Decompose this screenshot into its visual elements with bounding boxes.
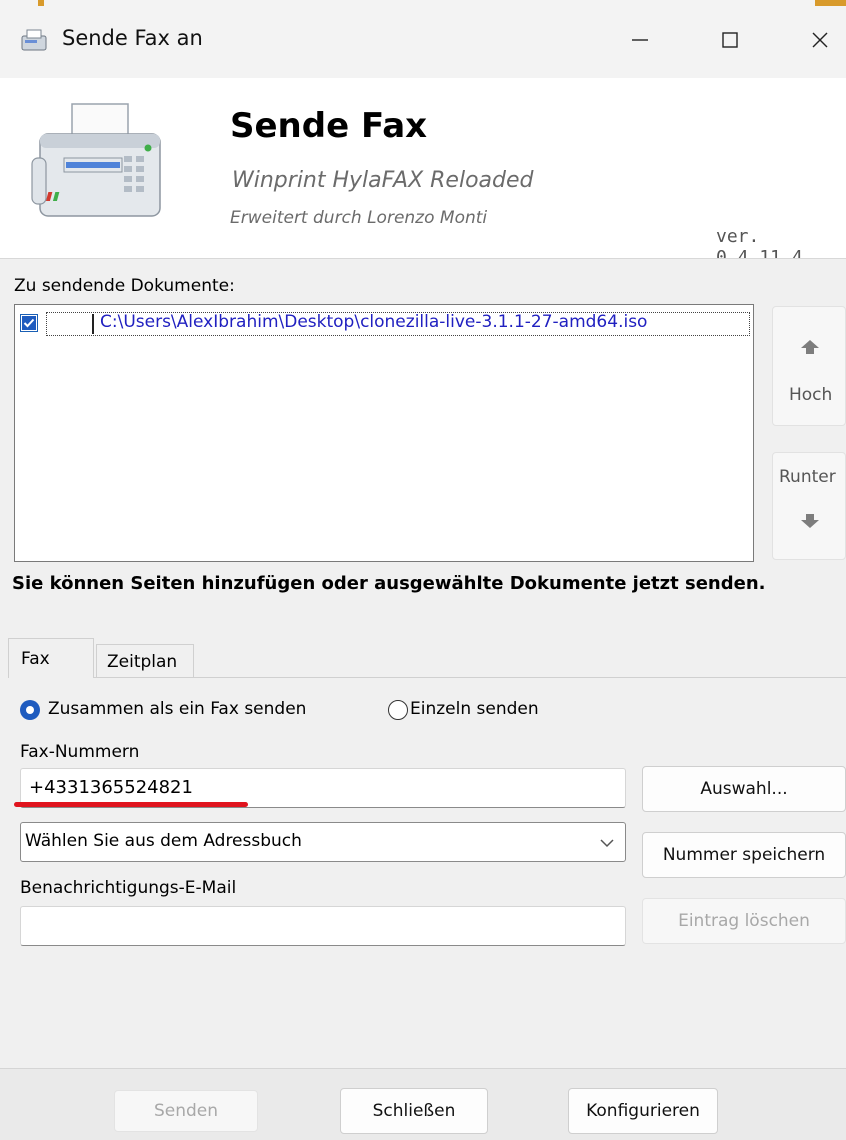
header: Sende Fax Winprint HylaFAX Reloaded Erwe… xyxy=(0,78,846,268)
fax-number-value: +4331365524821 xyxy=(29,777,193,798)
fax-numbers-label: Fax-Nummern xyxy=(20,742,140,762)
info-text: Sie können Seiten hinzufügen oder ausgew… xyxy=(12,573,766,594)
tab-fax[interactable]: Fax xyxy=(8,638,94,678)
documents-list[interactable] xyxy=(14,304,754,562)
move-up-button[interactable]: Hoch xyxy=(772,306,846,426)
minimize-button[interactable] xyxy=(610,18,670,62)
addressbook-select[interactable]: Wählen Sie aus dem Adressbuch xyxy=(20,822,626,862)
close-button[interactable] xyxy=(790,18,846,62)
email-input[interactable] xyxy=(20,906,626,946)
red-underline-annotation xyxy=(14,802,248,807)
window-title: Sende Fax an xyxy=(62,26,203,50)
radio-together[interactable] xyxy=(20,700,40,720)
tab-strip-line xyxy=(8,677,846,678)
tab-zeitplan[interactable]: Zeitplan xyxy=(96,644,194,677)
document-path: C:\Users\AlexIbrahim\Desktop\clonezilla-… xyxy=(100,312,648,332)
checkmark-icon xyxy=(22,316,36,330)
arrow-up-icon xyxy=(801,340,819,354)
header-author: Erweitert durch Lorenzo Monti xyxy=(230,208,488,228)
move-up-label: Hoch xyxy=(789,385,833,405)
save-number-button[interactable]: Nummer speichern xyxy=(642,832,846,878)
minimize-icon xyxy=(632,39,648,41)
maximize-button[interactable] xyxy=(700,18,760,62)
select-number-button[interactable]: Auswahl... xyxy=(642,766,846,812)
close-dialog-button[interactable]: Schließen xyxy=(340,1088,488,1134)
addressbook-selected: Wählen Sie aus dem Adressbuch xyxy=(25,831,302,851)
header-subtitle: Winprint HylaFAX Reloaded xyxy=(232,168,534,193)
text-cursor xyxy=(92,314,94,334)
delete-entry-button[interactable]: Eintrag löschen xyxy=(642,898,846,944)
radio-together-label[interactable]: Zusammen als ein Fax senden xyxy=(48,699,306,719)
title-accent xyxy=(815,0,846,6)
send-button[interactable]: Senden xyxy=(114,1090,258,1132)
title-accent xyxy=(38,0,44,6)
move-down-label: Runter xyxy=(779,467,836,487)
radio-single-label[interactable]: Einzeln senden xyxy=(410,699,539,719)
chevron-down-icon xyxy=(600,839,614,848)
maximize-icon xyxy=(722,32,738,48)
email-label: Benachrichtigungs-E-Mail xyxy=(20,878,237,898)
document-checkbox[interactable] xyxy=(20,314,38,332)
move-down-button[interactable]: Runter xyxy=(772,452,846,560)
fax-icon xyxy=(21,29,47,51)
radio-single[interactable] xyxy=(388,700,408,720)
close-icon xyxy=(812,32,828,48)
documents-label: Zu sendende Dokumente: xyxy=(14,276,235,296)
fax-machine-icon xyxy=(31,103,161,217)
header-title: Sende Fax xyxy=(230,106,428,146)
arrow-down-icon xyxy=(801,514,819,528)
configure-button[interactable]: Konfigurieren xyxy=(568,1088,718,1134)
